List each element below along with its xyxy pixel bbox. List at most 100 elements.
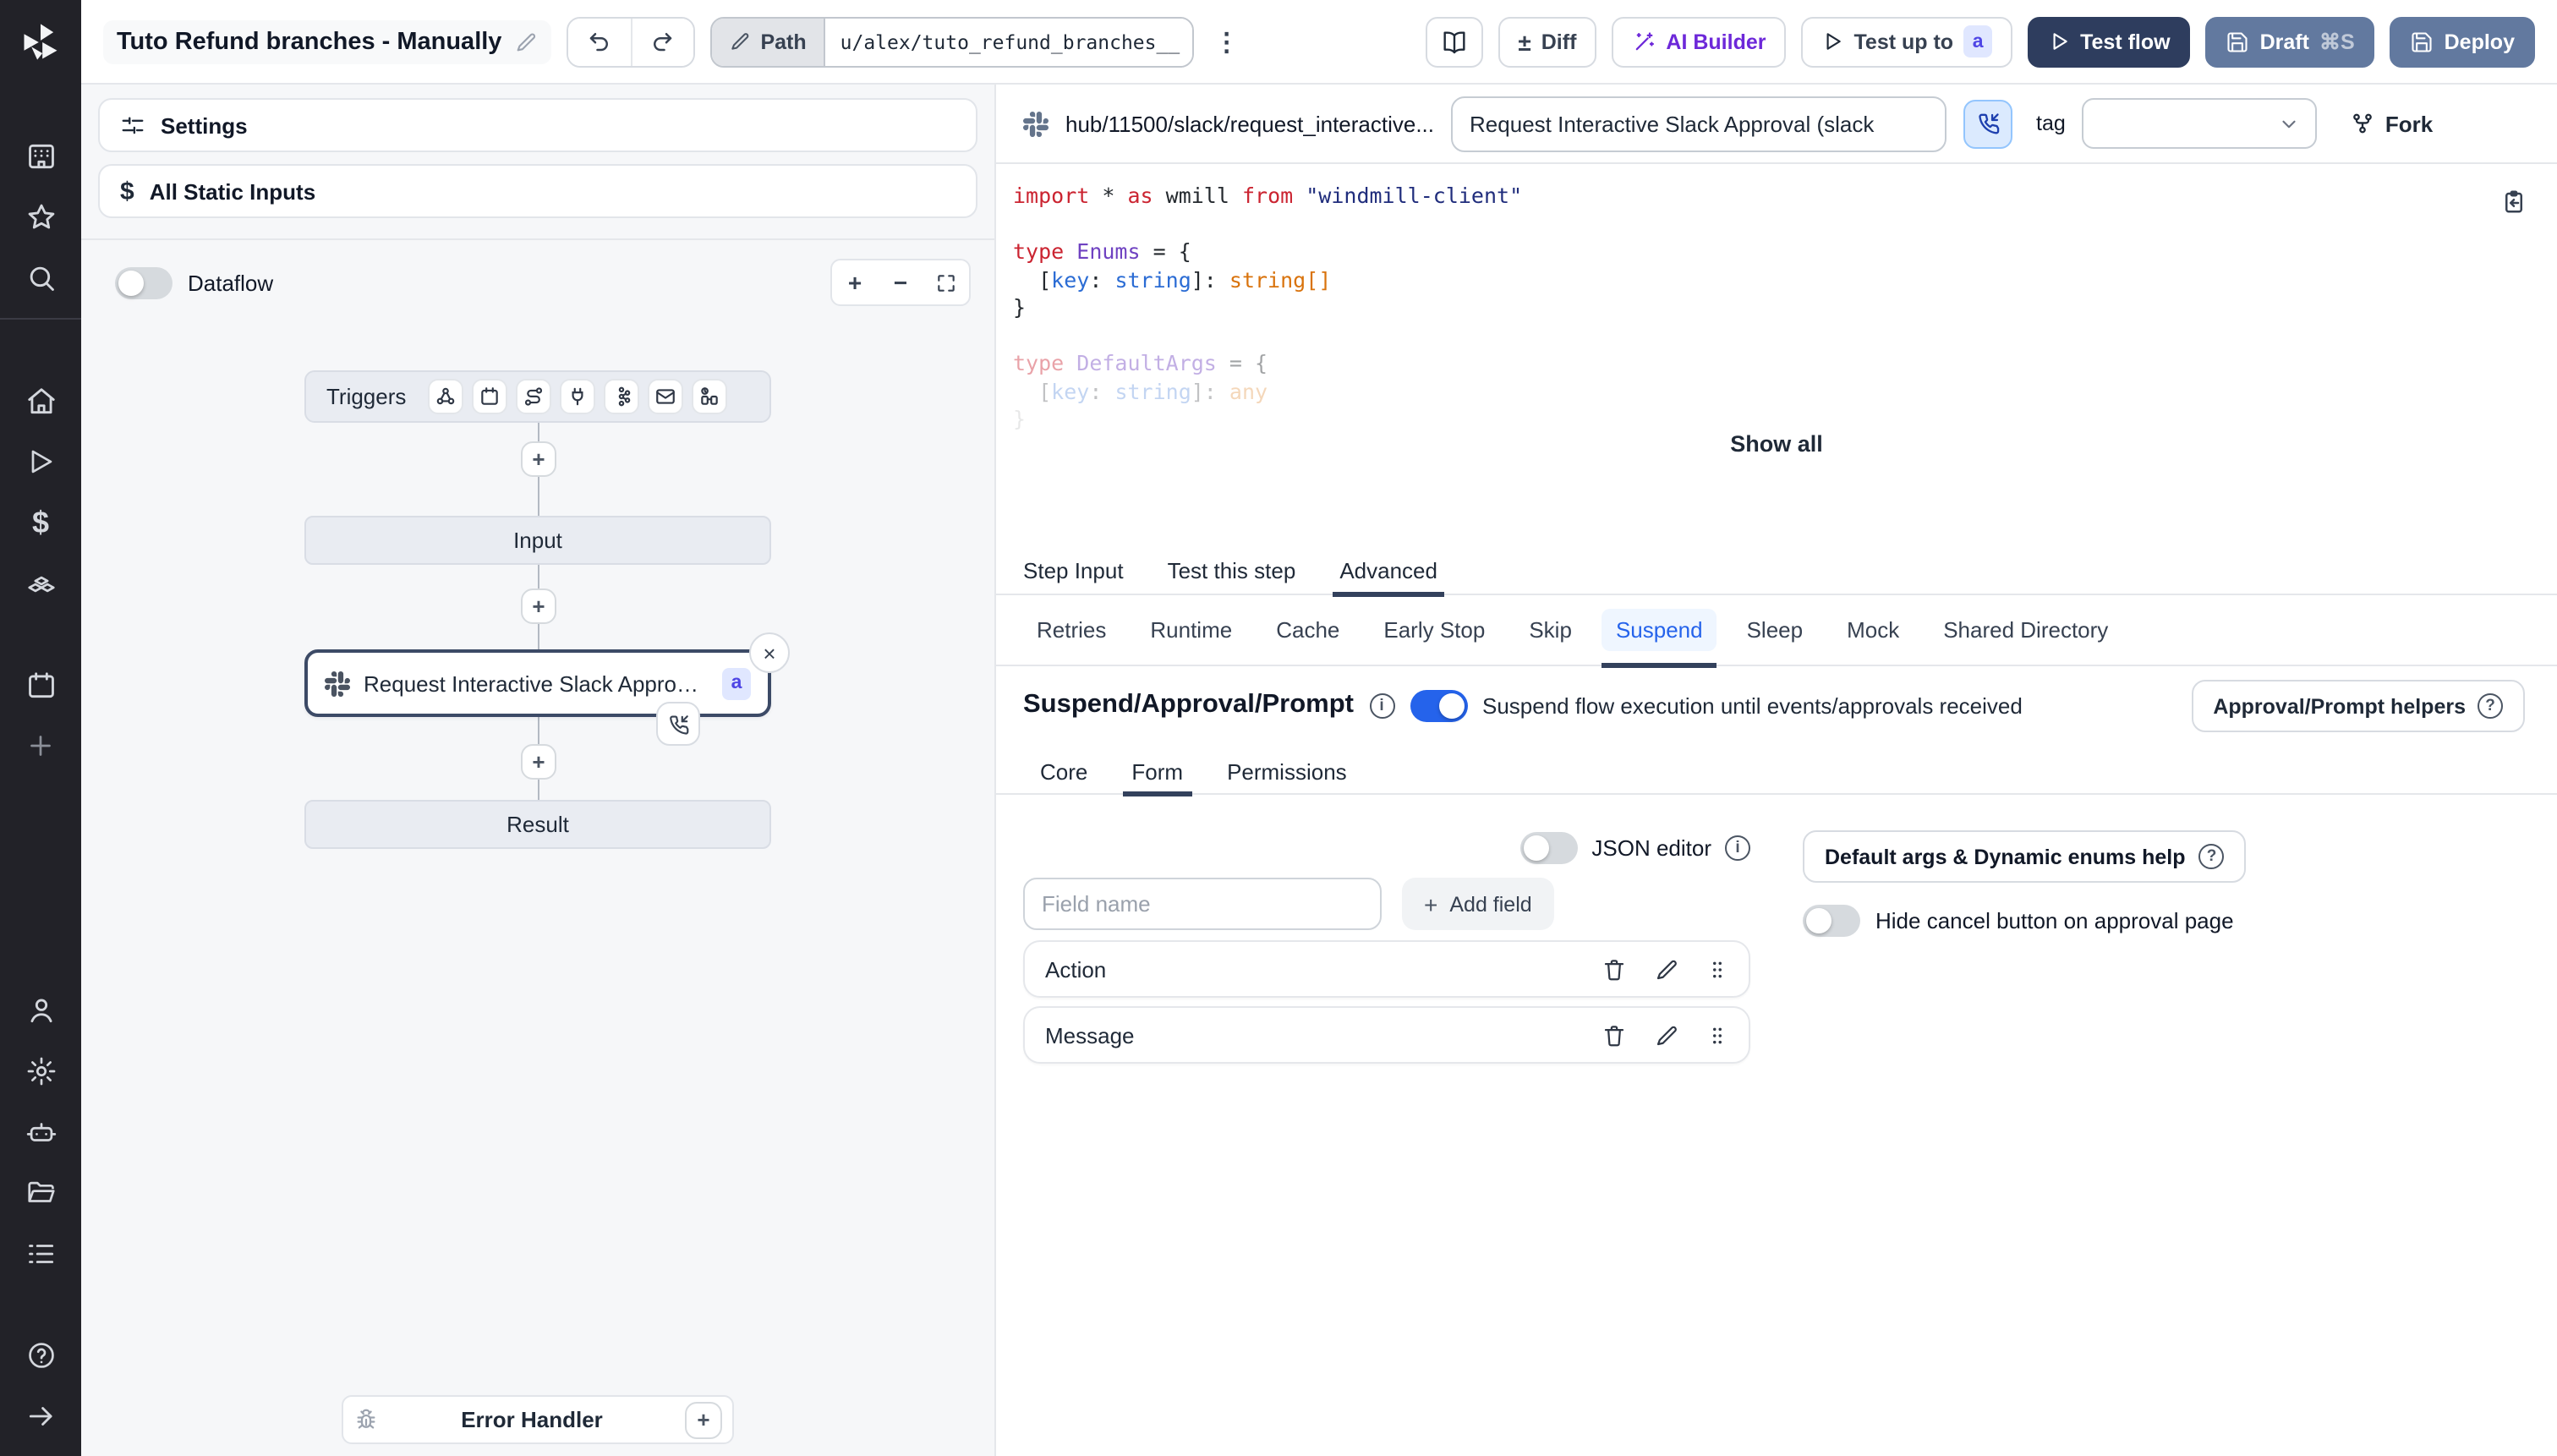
email-icon[interactable] <box>648 379 684 414</box>
variables-icon[interactable]: $ <box>0 492 81 553</box>
zoom-in-button[interactable]: + <box>832 259 878 306</box>
suspend-indicator-badge[interactable] <box>656 702 700 746</box>
hide-cancel-toggle[interactable] <box>1803 904 1860 936</box>
subtab-suspend[interactable]: Suspend <box>1602 594 1717 667</box>
windmill-logo-icon <box>24 24 57 60</box>
edit-title-icon[interactable] <box>513 30 537 53</box>
add-error-handler-button[interactable]: + <box>685 1401 722 1438</box>
help-icon[interactable] <box>0 1324 81 1385</box>
grip-icon[interactable] <box>1706 1022 1728 1048</box>
grip-icon[interactable] <box>1706 956 1728 982</box>
error-handler-node[interactable]: Error Handler + <box>342 1395 734 1444</box>
add-icon[interactable] <box>0 715 81 776</box>
search-icon[interactable] <box>0 247 81 308</box>
docs-button[interactable] <box>1425 16 1483 67</box>
schedule-icon[interactable] <box>472 379 508 414</box>
fullscreen-icon <box>938 274 955 291</box>
schedules-icon[interactable] <box>0 654 81 715</box>
add-field-button[interactable]: + Add field <box>1402 878 1554 930</box>
form-field-row-action[interactable]: Action <box>1023 940 1750 998</box>
result-node[interactable]: Result <box>304 800 771 849</box>
subtab-sleep[interactable]: Sleep <box>1733 594 1817 665</box>
clipboard-paste-icon[interactable] <box>2501 189 2527 215</box>
play-icon <box>1827 33 1842 50</box>
add-step-button-bottom[interactable]: + <box>521 744 556 780</box>
draft-button[interactable]: Draft ⌘S <box>2205 16 2375 67</box>
field-name-input[interactable]: Field name <box>1023 878 1382 930</box>
topbar: Tuto Refund branches - Manually Path u/a… <box>81 0 2557 85</box>
subtab-retries[interactable]: Retries <box>1023 594 1120 665</box>
show-all-button[interactable]: Show all <box>996 423 2557 463</box>
suspend-form-tabs: Core Form Permissions <box>996 748 2557 796</box>
tab-form[interactable]: Form <box>1123 748 1192 796</box>
settings-icon[interactable] <box>0 1040 81 1101</box>
flow-settings-button[interactable]: Settings <box>98 98 977 152</box>
subtab-shared-directory[interactable]: Shared Directory <box>1930 594 2122 665</box>
save-icon <box>2228 31 2248 52</box>
add-step-button-middle[interactable]: + <box>521 588 556 624</box>
remove-step-button[interactable]: × <box>749 632 790 673</box>
input-node[interactable]: Input <box>304 516 771 565</box>
fit-view-button[interactable] <box>923 259 969 306</box>
suspend-toggle-button[interactable] <box>1963 99 2013 148</box>
info-icon[interactable]: i <box>1725 835 1750 860</box>
form-field-row-message[interactable]: Message <box>1023 1006 1750 1064</box>
zoom-out-button[interactable]: − <box>878 259 923 306</box>
tag-select[interactable] <box>2082 98 2318 149</box>
fork-button[interactable]: Fork <box>2352 111 2433 136</box>
approval-prompt-helpers-button[interactable]: Approval/Prompt helpers ? <box>2191 680 2525 732</box>
deploy-button[interactable]: Deploy <box>2390 16 2535 67</box>
folders-icon[interactable] <box>0 1162 81 1223</box>
subtab-early-stop[interactable]: Early Stop <box>1370 594 1498 665</box>
suspend-enable-toggle[interactable] <box>1410 689 1467 721</box>
hub-script-path[interactable]: hub/11500/slack/request_interactive... <box>1065 111 1434 136</box>
add-step-button-top[interactable]: + <box>521 441 556 477</box>
favorites-icon[interactable] <box>0 186 81 247</box>
kafka-icon[interactable] <box>604 379 640 414</box>
json-editor-toggle[interactable] <box>1520 831 1579 863</box>
trash-icon[interactable] <box>1602 1022 1627 1048</box>
tab-step-input[interactable]: Step Input <box>1023 545 1124 594</box>
tab-core[interactable]: Core <box>1040 748 1087 794</box>
route-icon[interactable] <box>516 379 552 414</box>
all-static-inputs-button[interactable]: $ All Static Inputs <box>98 164 977 218</box>
subtab-mock[interactable]: Mock <box>1833 594 1913 665</box>
more-menu-button[interactable]: ⋮ <box>1209 26 1245 57</box>
workspace-icon[interactable] <box>0 125 81 186</box>
step-name-input[interactable]: Request Interactive Slack Approval (slac… <box>1451 96 1947 151</box>
websocket-icon[interactable] <box>560 379 596 414</box>
dataflow-toggle[interactable] <box>115 266 172 298</box>
workers-icon[interactable] <box>0 1101 81 1162</box>
ai-builder-button[interactable]: AI Builder <box>1612 16 1787 67</box>
tab-permissions[interactable]: Permissions <box>1227 748 1347 794</box>
undo-button[interactable] <box>567 18 631 65</box>
tab-test-this-step[interactable]: Test this step <box>1168 545 1296 594</box>
poll-icon[interactable] <box>692 379 728 414</box>
default-args-help-button[interactable]: Default args & Dynamic enums help ? <box>1803 830 2247 883</box>
windmill-logo[interactable] <box>0 0 81 85</box>
path-input[interactable]: u/alex/tuto_refund_branches__ <box>823 18 1192 65</box>
info-icon[interactable]: i <box>1369 692 1394 718</box>
diff-button[interactable]: ± Diff <box>1498 16 1597 67</box>
pencil-icon[interactable] <box>1654 1022 1679 1048</box>
pencil-icon[interactable] <box>1654 956 1679 982</box>
subtab-cache[interactable]: Cache <box>1262 594 1353 665</box>
slack-approval-node[interactable]: Request Interactive Slack Approval (... … <box>304 632 790 746</box>
subtab-runtime[interactable]: Runtime <box>1136 594 1246 665</box>
users-icon[interactable] <box>0 979 81 1040</box>
test-flow-button[interactable]: Test flow <box>2028 16 2191 67</box>
webhook-icon[interactable] <box>428 379 464 414</box>
tab-advanced[interactable]: Advanced <box>1333 545 1444 596</box>
path-button-label: Path <box>760 30 807 53</box>
trash-icon[interactable] <box>1602 956 1627 982</box>
subtab-skip[interactable]: Skip <box>1515 594 1585 665</box>
collapse-icon[interactable] <box>0 1385 81 1446</box>
home-icon[interactable] <box>0 370 81 431</box>
runs-icon[interactable] <box>0 431 81 492</box>
resources-icon[interactable] <box>0 553 81 614</box>
test-up-to-button[interactable]: Test up to a <box>1801 16 2013 67</box>
triggers-node[interactable]: Triggers <box>304 370 771 423</box>
redo-button[interactable] <box>630 18 693 65</box>
path-button[interactable]: Path <box>711 18 824 65</box>
logs-icon[interactable] <box>0 1223 81 1284</box>
